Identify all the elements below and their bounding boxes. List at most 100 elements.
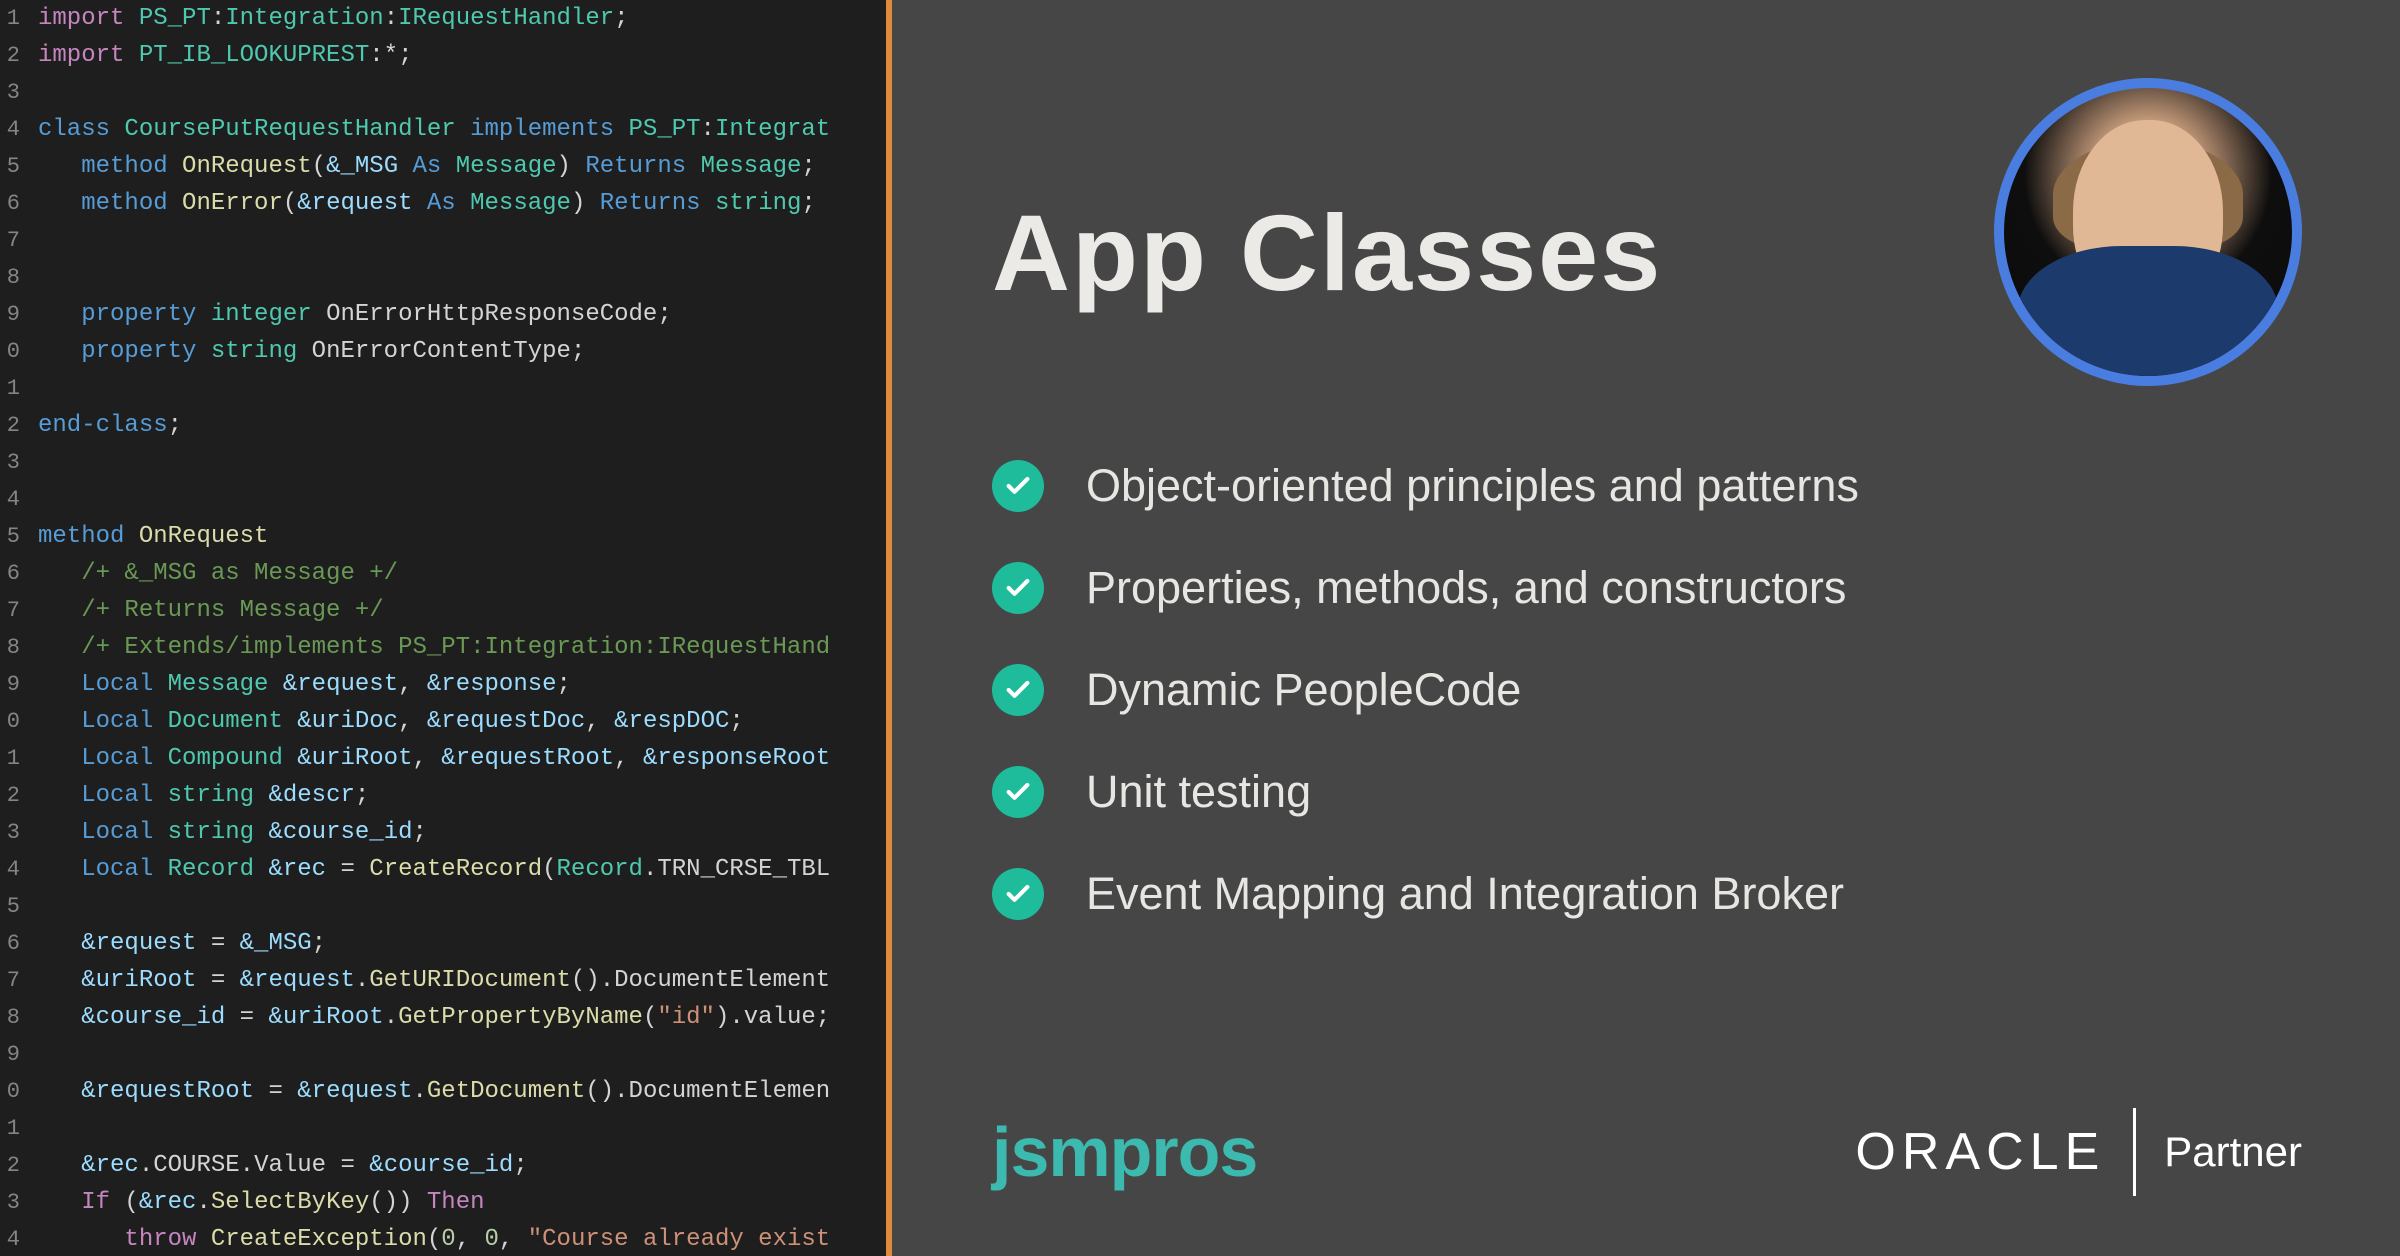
line-number: 0 [0,333,38,370]
code-line: 0 &requestRoot = &request.GetDocument().… [0,1073,886,1110]
code-text: &rec.COURSE.Value = &course_id; [38,1147,886,1184]
oracle-partner-badge: ORACLE Partner [1855,1108,2302,1196]
line-number: 3 [0,444,38,481]
code-line: 9 Local Message &request, &response; [0,666,886,703]
code-text: property integer OnErrorHttpResponseCode… [38,296,886,333]
code-line: 7 [0,222,886,259]
code-text: import PT_IB_LOOKUPREST:*; [38,37,886,74]
code-line: 1 [0,370,886,407]
line-number: 1 [0,1110,38,1147]
code-text: Local Message &request, &response; [38,666,886,703]
line-number: 8 [0,999,38,1036]
list-item: Properties, methods, and constructors [992,562,2292,614]
code-line: 9 [0,1036,886,1073]
line-number: 3 [0,814,38,851]
line-number: 9 [0,296,38,333]
line-number: 3 [0,1184,38,1221]
code-line: 3 [0,74,886,111]
code-line: 4class CoursePutRequestHandler implement… [0,111,886,148]
line-number: 2 [0,777,38,814]
info-panel: App Classes Object-oriented principles a… [892,0,2400,1256]
code-line: 6 method OnError(&request As Message) Re… [0,185,886,222]
code-line: 1 Local Compound &uriRoot, &requestRoot,… [0,740,886,777]
code-line: 4 [0,481,886,518]
line-number: 8 [0,629,38,666]
code-line: 0 Local Document &uriDoc, &requestDoc, &… [0,703,886,740]
code-text: &requestRoot = &request.GetDocument().Do… [38,1073,886,1110]
code-panel: 1import PS_PT:Integration:IRequestHandle… [0,0,886,1256]
code-text: end-class; [38,407,886,444]
code-text: Local Compound &uriRoot, &requestRoot, &… [38,740,886,777]
code-line: 5method OnRequest [0,518,886,555]
list-item-text: Properties, methods, and constructors [1086,562,1846,614]
line-number: 2 [0,37,38,74]
code-text: /+ Returns Message +/ [38,592,886,629]
line-number: 7 [0,962,38,999]
line-number: 4 [0,851,38,888]
footer-logos: jsmpros ORACLE Partner [992,1108,2302,1196]
line-number: 1 [0,0,38,37]
line-number: 9 [0,666,38,703]
code-text: method OnRequest(&_MSG As Message) Retur… [38,148,886,185]
code-line: 5 method OnRequest(&_MSG As Message) Ret… [0,148,886,185]
list-item-text: Dynamic PeopleCode [1086,664,1521,716]
code-text: If (&rec.SelectByKey()) Then [38,1184,886,1221]
line-number: 9 [0,1036,38,1073]
code-text: Local string &descr; [38,777,886,814]
line-number: 1 [0,740,38,777]
code-line: 4 Local Record &rec = CreateRecord(Recor… [0,851,886,888]
line-number: 5 [0,888,38,925]
code-text: &uriRoot = &request.GetURIDocument().Doc… [38,962,886,999]
code-line: 2 Local string &descr; [0,777,886,814]
code-line: 7 /+ Returns Message +/ [0,592,886,629]
check-icon [992,664,1044,716]
code-text: property string OnErrorContentType; [38,333,886,370]
page-title: App Classes [992,190,1662,315]
code-text: method OnRequest [38,518,886,555]
line-number: 0 [0,703,38,740]
code-line: 0 property string OnErrorContentType; [0,333,886,370]
line-number: 0 [0,1073,38,1110]
logo-divider [2133,1108,2136,1196]
line-number: 3 [0,74,38,111]
list-item: Object-oriented principles and patterns [992,460,2292,512]
list-item-text: Unit testing [1086,766,1311,818]
code-text: &request = &_MSG; [38,925,886,962]
code-text: Local string &course_id; [38,814,886,851]
code-line: 9 property integer OnErrorHttpResponseCo… [0,296,886,333]
list-item-text: Object-oriented principles and patterns [1086,460,1859,512]
line-number: 2 [0,1147,38,1184]
line-number: 6 [0,185,38,222]
line-number: 4 [0,1221,38,1256]
code-line: 2import PT_IB_LOOKUPREST:*; [0,37,886,74]
code-line: 5 [0,888,886,925]
line-number: 6 [0,925,38,962]
code-line: 8 &course_id = &uriRoot.GetPropertyByNam… [0,999,886,1036]
line-number: 5 [0,518,38,555]
code-line: 3 [0,444,886,481]
jsmpros-logo: jsmpros [992,1112,1257,1192]
feature-list: Object-oriented principles and patterns P… [992,460,2292,970]
line-number: 5 [0,148,38,185]
line-number: 2 [0,407,38,444]
code-text: &course_id = &uriRoot.GetPropertyByName(… [38,999,886,1036]
code-line: 1import PS_PT:Integration:IRequestHandle… [0,0,886,37]
code-text: class CoursePutRequestHandler implements… [38,111,886,148]
list-item: Unit testing [992,766,2292,818]
check-icon [992,460,1044,512]
instructor-avatar [1994,78,2302,386]
line-number: 8 [0,259,38,296]
oracle-logo: ORACLE [1855,1122,2105,1182]
list-item: Event Mapping and Integration Broker [992,868,2292,920]
code-line: 3 If (&rec.SelectByKey()) Then [0,1184,886,1221]
line-number: 7 [0,222,38,259]
code-line: 8 [0,259,886,296]
code-text: throw CreateException(0, 0, "Course alre… [38,1221,886,1256]
line-number: 4 [0,481,38,518]
code-line: 7 &uriRoot = &request.GetURIDocument().D… [0,962,886,999]
code-text: Local Record &rec = CreateRecord(Record.… [38,851,886,888]
code-listing: 1import PS_PT:Integration:IRequestHandle… [0,0,886,1256]
line-number: 4 [0,111,38,148]
check-icon [992,766,1044,818]
code-line: 4 throw CreateException(0, 0, "Course al… [0,1221,886,1256]
